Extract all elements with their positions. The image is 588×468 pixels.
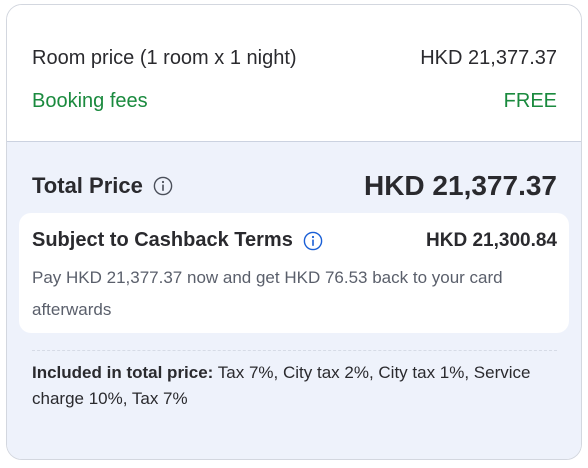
cashback-header: Subject to Cashback Terms HKD 21,300.84 [32, 229, 557, 252]
cashback-description: Pay HKD 21,377.37 now and get HKD 76.53 … [32, 268, 503, 319]
room-price-value: HKD 21,377.37 [420, 47, 557, 69]
cashback-amount: HKD 21,300.84 [426, 229, 557, 251]
total-price-value: HKD 21,377.37 [363, 170, 557, 201]
price-summary-card: Room price (1 room x 1 night) HKD 21,377… [6, 4, 582, 460]
info-icon-blue[interactable] [303, 231, 323, 251]
included-taxes: Included in total price: Tax 7%, City ta… [32, 360, 551, 412]
booking-fees-value: FREE [503, 90, 557, 112]
price-breakdown: Room price (1 room x 1 night) HKD 21,377… [7, 5, 581, 142]
booking-fees-label: Booking fees [32, 90, 148, 112]
included-label: Included in total price: [32, 363, 214, 382]
room-price-label: Room price (1 room x 1 night) [32, 47, 297, 69]
total-price-label: Total Price [32, 173, 143, 198]
cashback-title-wrap: Subject to Cashback Terms [32, 229, 323, 252]
info-icon[interactable] [153, 176, 173, 196]
total-section: Total Price HKD 21,377.37 Subject to Cas… [7, 142, 581, 459]
cashback-box: Subject to Cashback Terms HKD 21,300.84 … [19, 213, 569, 333]
room-price-row: Room price (1 room x 1 night) HKD 21,377… [32, 47, 557, 70]
divider [32, 350, 557, 351]
booking-fees-row: Booking fees FREE [32, 90, 557, 113]
cashback-title: Subject to Cashback Terms [32, 229, 293, 251]
total-price-row: Total Price HKD 21,377.37 [32, 170, 557, 202]
total-price-label-wrap: Total Price [32, 173, 173, 199]
